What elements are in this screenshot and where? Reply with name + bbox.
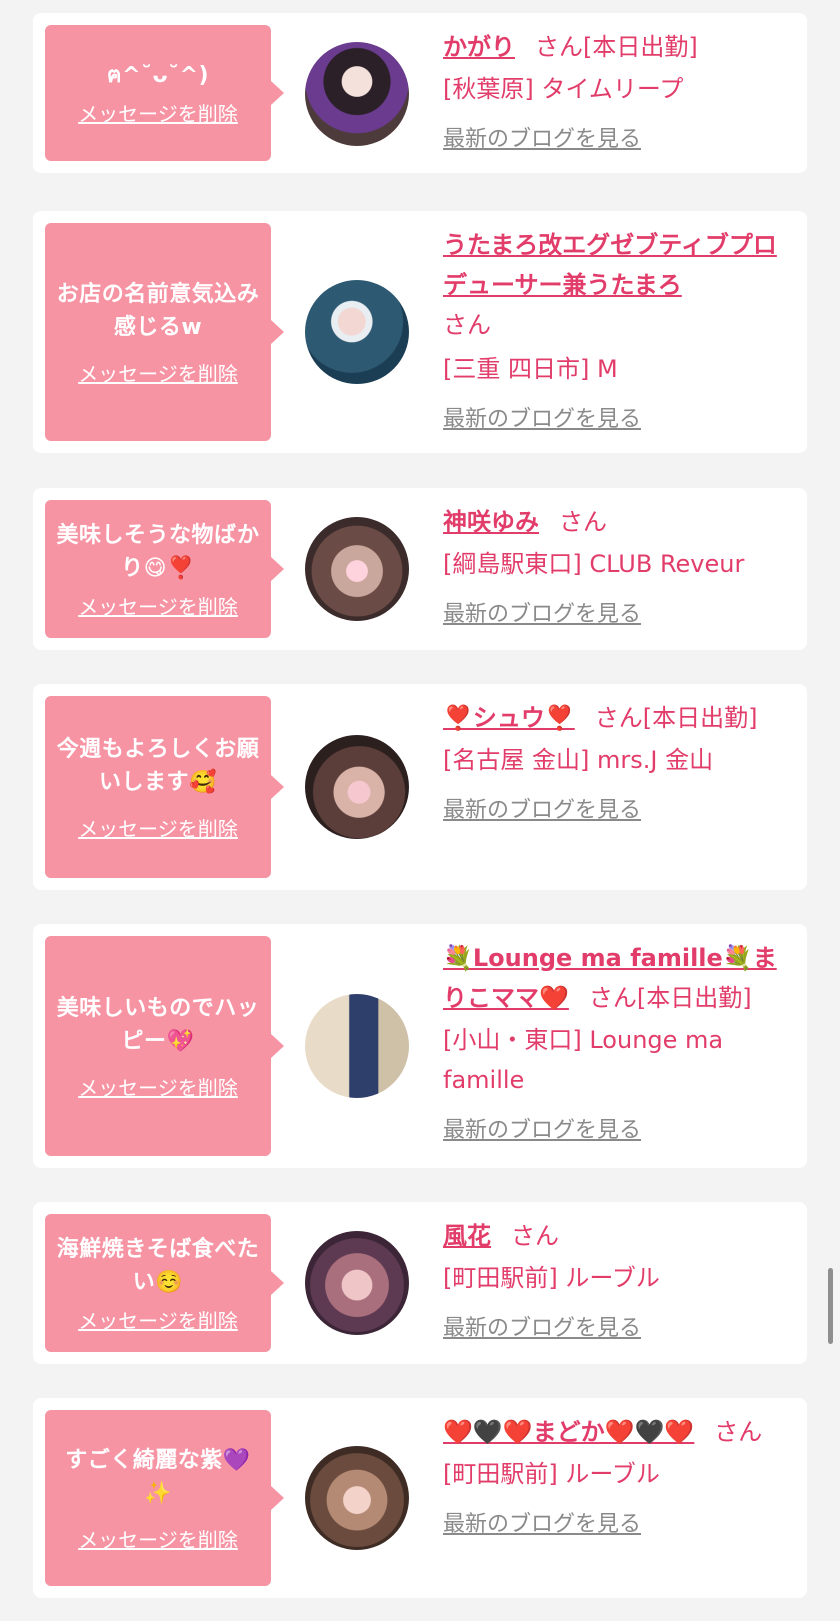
scrollbar[interactable] [828, 1268, 833, 1344]
message-text: すごく綺麗な紫💜✨ [65, 1447, 251, 1506]
message-card: ฅ^˘ᴗ˘^) メッセージを削除 かがり さん[本日出勤] [秋葉原] タイムリー… [33, 13, 807, 173]
message-bubble: お店の名前意気込み感じるw メッセージを削除 [45, 223, 284, 441]
message-bubble: 今週もよろしくお願いします🥰 メッセージを削除 [45, 696, 284, 878]
avatar[interactable] [305, 1446, 409, 1550]
blog-link[interactable]: 最新のブログを見る [443, 792, 641, 824]
message-bubble: 海鮮焼きそば食べたい☺️ メッセージを削除 [45, 1214, 284, 1352]
message-bubble: ฅ^˘ᴗ˘^) メッセージを削除 [45, 25, 284, 161]
message-bubble: すごく綺麗な紫💜✨ メッセージを削除 [45, 1410, 284, 1586]
honorific: さん [443, 311, 491, 339]
delete-message-link[interactable]: メッセージを削除 [78, 591, 238, 620]
user-name-link[interactable]: ❣️シュウ❣️ [443, 704, 575, 732]
message-text: お店の名前意気込み感じるw [56, 281, 260, 340]
honorific: さん [594, 704, 643, 732]
delete-message-link[interactable]: メッセージを削除 [78, 1305, 238, 1334]
blog-link[interactable]: 最新のブログを見る [443, 121, 641, 153]
blog-link[interactable]: 最新のブログを見る [443, 1112, 641, 1144]
honorific: さん [511, 1222, 559, 1250]
user-name-link[interactable]: 風花 [443, 1222, 491, 1250]
avatar[interactable] [305, 1231, 409, 1335]
honorific: さん [535, 33, 583, 61]
user-name-link[interactable]: ❤️🖤❤️まどか❤️🖤❤️ [443, 1418, 694, 1446]
blog-link[interactable]: 最新のブログを見る [443, 1310, 641, 1342]
message-text: 美味しいものでハッピー💖 [56, 995, 260, 1054]
message-card: 今週もよろしくお願いします🥰 メッセージを削除 ❣️シュウ❣️ さん[本日出勤] … [33, 684, 807, 890]
message-card: 海鮮焼きそば食べたい☺️ メッセージを削除 風花 さん [町田駅前] ルーブル 最… [33, 1202, 807, 1364]
user-name-link[interactable]: かがり [443, 33, 515, 61]
blog-link[interactable]: 最新のブログを見る [443, 596, 641, 628]
avatar[interactable] [305, 994, 409, 1098]
status-text: [本日出勤] [642, 704, 758, 732]
shop-info: [町田駅前] ルーブル [443, 1460, 660, 1488]
message-card: 美味しいものでハッピー💖 メッセージを削除 💐Lounge ma famille… [33, 924, 807, 1168]
honorific: さん [714, 1418, 763, 1446]
status-text: [本日出勤] [583, 33, 698, 61]
message-text: 海鮮焼きそば食べたい☺️ [56, 1236, 260, 1295]
avatar[interactable] [305, 517, 409, 621]
avatar[interactable] [305, 42, 409, 146]
user-name-link[interactable]: うたまろ改エグゼブティブプロデューサー兼うたまろ [443, 231, 777, 299]
delete-message-link[interactable]: メッセージを削除 [78, 1524, 238, 1553]
user-name-link[interactable]: 神咲ゆみ [443, 508, 539, 536]
honorific: さん [588, 984, 637, 1012]
message-card: お店の名前意気込み感じるw メッセージを削除 うたまろ改エグゼブティブプロデュー… [33, 211, 807, 453]
status-text: [本日出勤] [636, 984, 752, 1012]
shop-info: [名古屋 金山] mrs.J 金山 [443, 746, 714, 774]
shop-info: [綱島駅東口] CLUB Reveur [443, 550, 745, 578]
delete-message-link[interactable]: メッセージを削除 [78, 98, 238, 127]
message-text: 今週もよろしくお願いします🥰 [56, 736, 260, 795]
blog-link[interactable]: 最新のブログを見る [443, 401, 641, 433]
shop-info: [三重 四日市] M [443, 355, 618, 383]
avatar[interactable] [305, 735, 409, 839]
shop-info: [秋葉原] タイムリープ [443, 75, 684, 103]
shop-info: [町田駅前] ルーブル [443, 1264, 660, 1292]
message-text: 美味しそうな物ばかり😋❣️ [56, 522, 260, 581]
message-bubble: 美味しいものでハッピー💖 メッセージを削除 [45, 936, 284, 1156]
message-card: すごく綺麗な紫💜✨ メッセージを削除 ❤️🖤❤️まどか❤️🖤❤️ さん [町田駅前… [33, 1398, 807, 1598]
shop-info: [小山・東口] Lounge ma famille [443, 1026, 724, 1094]
delete-message-link[interactable]: メッセージを削除 [78, 813, 238, 842]
message-text: ฅ^˘ᴗ˘^) [106, 63, 210, 88]
delete-message-link[interactable]: メッセージを削除 [78, 1072, 238, 1101]
message-bubble: 美味しそうな物ばかり😋❣️ メッセージを削除 [45, 500, 284, 638]
honorific: さん [559, 508, 607, 536]
message-card: 美味しそうな物ばかり😋❣️ メッセージを削除 神咲ゆみ さん [綱島駅東口] CL… [33, 488, 807, 650]
blog-link[interactable]: 最新のブログを見る [443, 1506, 641, 1538]
avatar[interactable] [305, 280, 409, 384]
delete-message-link[interactable]: メッセージを削除 [78, 358, 238, 387]
